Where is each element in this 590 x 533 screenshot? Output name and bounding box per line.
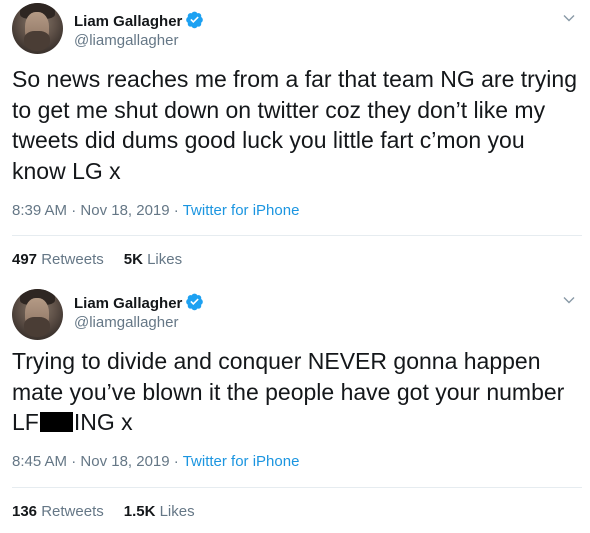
author-name-text[interactable]: Liam Gallagher	[74, 13, 182, 30]
tweet-1: Liam Gallagher @liamgallagher So news re…	[0, 0, 590, 282]
author-handle[interactable]: @liamgallagher	[74, 314, 178, 331]
retweet-count: 497	[12, 251, 38, 268]
avatar[interactable]	[12, 289, 63, 340]
separator: ·	[169, 453, 183, 470]
avatar[interactable]	[12, 3, 63, 54]
separator: ·	[169, 202, 183, 219]
tweet-text-after-redaction: ING x	[73, 409, 133, 435]
like-count: 1.5K	[123, 503, 156, 520]
retweet-label: Retweets	[41, 251, 104, 268]
tweet-meta: 8:39 AM · Nov 18, 2019 · Twitter for iPh…	[12, 202, 299, 219]
tweet-2: Liam Gallagher @liamgallagher Trying to …	[0, 282, 590, 533]
separator: ·	[67, 202, 81, 219]
verified-badge-icon	[186, 293, 204, 311]
author-name-text[interactable]: Liam Gallagher	[74, 295, 182, 312]
likes-stat[interactable]: 5K Likes	[124, 251, 182, 268]
separator: ·	[67, 453, 81, 470]
avatar-beard	[24, 317, 50, 337]
tweet-source-link[interactable]: Twitter for iPhone	[183, 202, 300, 219]
author-name[interactable]: Liam Gallagher	[74, 10, 204, 30]
tweet-text: So news reaches me from a far that team …	[12, 66, 578, 184]
likes-stat[interactable]: 1.5K Likes	[124, 503, 195, 520]
redaction-block	[39, 412, 73, 432]
avatar-beard	[24, 31, 50, 51]
retweets-stat[interactable]: 497 Retweets	[12, 251, 104, 268]
tweet-source-link[interactable]: Twitter for iPhone	[183, 453, 300, 470]
tweet-time[interactable]: 8:39 AM	[12, 202, 67, 219]
chevron-down-icon[interactable]	[562, 11, 576, 25]
tweet-date[interactable]: Nov 18, 2019	[80, 453, 169, 470]
chevron-down-icon[interactable]	[562, 293, 576, 307]
like-label: Likes	[147, 251, 183, 268]
author-handle[interactable]: @liamgallagher	[74, 32, 178, 49]
verified-badge-icon	[186, 11, 204, 29]
author-name[interactable]: Liam Gallagher	[74, 292, 204, 312]
tweet-text: Trying to divide and conquer NEVER gonna…	[12, 346, 582, 438]
tweet-time[interactable]: 8:45 AM	[12, 453, 67, 470]
retweets-stat[interactable]: 136 Retweets	[12, 503, 104, 520]
tweet-stats: 136 Retweets 1.5K Likes	[12, 503, 195, 520]
like-count: 5K	[123, 251, 143, 268]
like-label: Likes	[159, 503, 195, 520]
divider	[12, 235, 582, 236]
tweet-stats: 497 Retweets 5K Likes	[12, 251, 182, 268]
divider	[12, 487, 582, 488]
retweet-count: 136	[12, 503, 38, 520]
retweet-label: Retweets	[41, 503, 104, 520]
tweet-meta: 8:45 AM · Nov 18, 2019 · Twitter for iPh…	[12, 453, 299, 470]
tweet-date[interactable]: Nov 18, 2019	[80, 202, 169, 219]
